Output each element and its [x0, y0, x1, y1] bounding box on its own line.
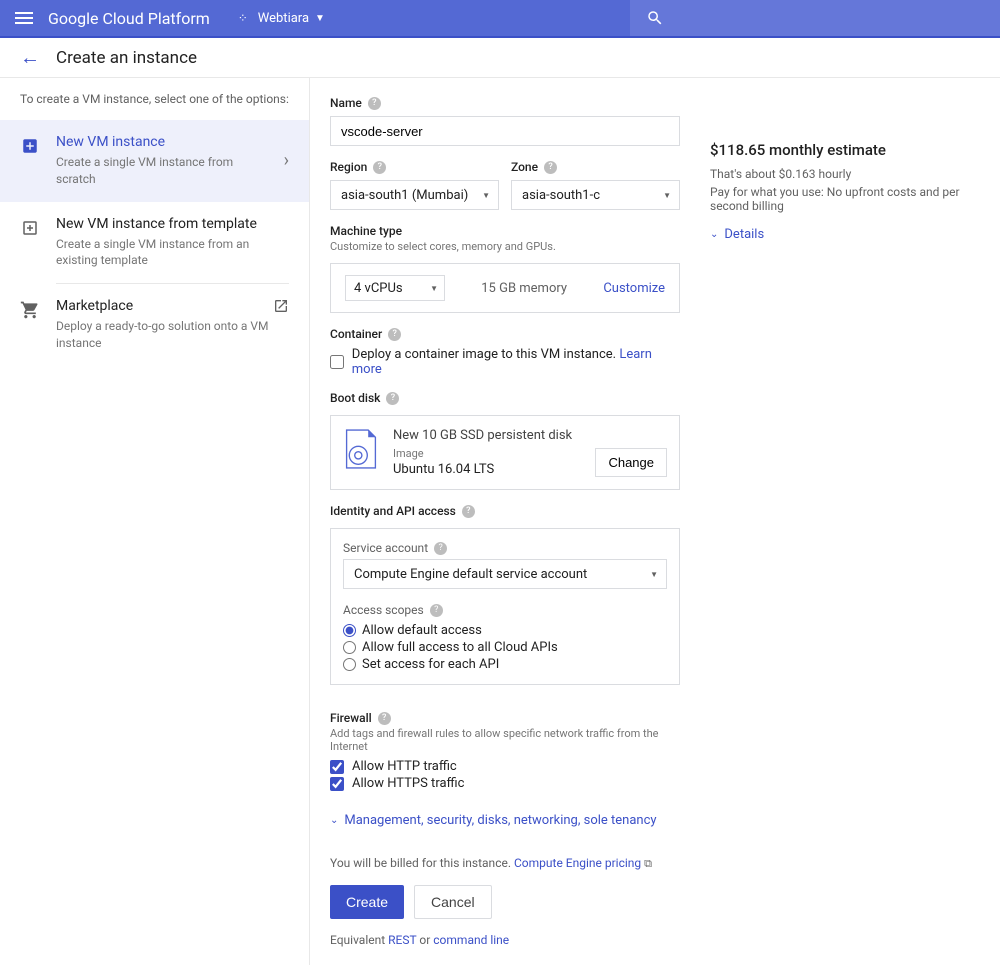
back-arrow-icon[interactable]: ←: [20, 45, 40, 70]
equivalent-links: Equivalent REST or command line: [330, 933, 680, 947]
scope-default-radio[interactable]: [343, 624, 356, 637]
sidebar-item-subtitle: Create a single VM instance from an exis…: [56, 236, 289, 270]
bootdisk-box: New 10 GB SSD persistent disk Image Ubun…: [330, 415, 680, 490]
form-column: Name ? Region ? asia-south1 (Mumbai): [330, 96, 680, 947]
estimate-title: $118.65 monthly estimate: [710, 141, 980, 159]
customize-link[interactable]: Customize: [603, 281, 665, 296]
sidebar-item-subtitle: Deploy a ready-to-go solution onto a VM …: [56, 318, 289, 352]
estimate-billing-note: Pay for what you use: No upfront costs a…: [710, 185, 980, 213]
cart-icon: [20, 300, 40, 320]
name-input[interactable]: [330, 116, 680, 146]
sidebar-item-new-vm[interactable]: New VM instance Create a single VM insta…: [0, 120, 309, 202]
help-icon[interactable]: ?: [462, 505, 475, 518]
page-title: Create an instance: [56, 48, 197, 68]
http-checkbox[interactable]: [330, 760, 344, 774]
sidebar-item-subtitle: Create a single VM instance from scratch: [56, 154, 268, 188]
name-label: Name ?: [330, 96, 680, 110]
container-checkbox[interactable]: [330, 355, 344, 369]
machine-type-label: Machine type: [330, 224, 680, 238]
double-chevron-down-icon: ⌄: [710, 229, 718, 240]
main-layout: To create a VM instance, select one of t…: [0, 78, 1000, 965]
https-checkbox[interactable]: [330, 777, 344, 791]
sidebar: To create a VM instance, select one of t…: [0, 78, 310, 965]
sidebar-item-title: New VM instance from template: [56, 216, 289, 232]
command-line-link[interactable]: command line: [433, 933, 509, 947]
region-label: Region ?: [330, 160, 499, 174]
bootdisk-image-value: Ubuntu 16.04 LTS: [393, 462, 581, 477]
scope-default-label[interactable]: Allow default access: [362, 623, 482, 638]
search-input-area[interactable]: [630, 0, 1000, 36]
rest-link[interactable]: REST: [388, 933, 416, 947]
access-scopes-label: Access scopes ?: [343, 603, 667, 617]
help-icon[interactable]: ?: [430, 604, 443, 617]
chevron-right-icon: ›: [284, 150, 289, 171]
search-icon: [646, 9, 664, 27]
scope-each-label[interactable]: Set access for each API: [362, 657, 499, 672]
cancel-button[interactable]: Cancel: [414, 885, 492, 919]
firewall-helper: Add tags and firewall rules to allow spe…: [330, 727, 680, 753]
estimate-panel: $118.65 monthly estimate That's about $0…: [710, 96, 980, 947]
hamburger-menu-button[interactable]: [0, 17, 48, 19]
details-link[interactable]: ⌄ Details: [710, 227, 980, 242]
bootdisk-desc: New 10 GB SSD persistent disk: [393, 428, 581, 443]
sidebar-hint: To create a VM instance, select one of t…: [0, 78, 309, 120]
region-select[interactable]: asia-south1 (Mumbai): [330, 180, 499, 210]
scope-full-label[interactable]: Allow full access to all Cloud APIs: [362, 640, 558, 655]
sidebar-item-marketplace[interactable]: Marketplace Deploy a ready-to-go solutio…: [0, 284, 309, 366]
help-icon[interactable]: ?: [386, 392, 399, 405]
add-box-icon: [21, 137, 39, 155]
identity-box: Service account ? Compute Engine default…: [330, 528, 680, 685]
chevron-down-icon: ▼: [315, 13, 325, 24]
template-icon: [21, 219, 39, 237]
sidebar-item-title: New VM instance: [56, 134, 268, 150]
help-icon[interactable]: ?: [378, 712, 391, 725]
https-checkbox-label[interactable]: Allow HTTPS traffic: [352, 776, 464, 791]
help-icon[interactable]: ?: [373, 161, 386, 174]
disk-icon: [343, 428, 379, 470]
launch-icon: [273, 298, 289, 318]
double-chevron-down-icon: ⌄: [330, 815, 338, 826]
billing-note: You will be billed for this instance. Co…: [330, 856, 680, 871]
hamburger-icon: [15, 17, 33, 19]
identity-label: Identity and API access ?: [330, 504, 680, 518]
sidebar-item-from-template[interactable]: New VM instance from template Create a s…: [0, 202, 309, 284]
help-icon[interactable]: ?: [368, 97, 381, 110]
container-label: Container ?: [330, 327, 680, 341]
brand-label: Google Cloud Platform: [48, 9, 210, 28]
project-name: Webtiara: [258, 11, 309, 26]
machine-type-helper: Customize to select cores, memory and GP…: [330, 240, 680, 253]
project-selector[interactable]: Webtiara ▼: [230, 7, 333, 30]
firewall-label: Firewall ?: [330, 711, 680, 725]
zone-select[interactable]: asia-south1-c: [511, 180, 680, 210]
machine-memory-label: 15 GB memory: [445, 281, 603, 296]
container-checkbox-label[interactable]: Deploy a container image to this VM inst…: [352, 347, 680, 377]
pricing-link[interactable]: Compute Engine pricing: [514, 856, 641, 870]
help-icon[interactable]: ?: [434, 542, 447, 555]
help-icon[interactable]: ?: [544, 161, 557, 174]
bootdisk-label: Boot disk ?: [330, 391, 680, 405]
scope-full-radio[interactable]: [343, 641, 356, 654]
zone-label: Zone ?: [511, 160, 680, 174]
help-icon[interactable]: ?: [388, 328, 401, 341]
http-checkbox-label[interactable]: Allow HTTP traffic: [352, 759, 457, 774]
estimate-hourly: That's about $0.163 hourly: [710, 167, 980, 181]
change-button[interactable]: Change: [595, 448, 667, 477]
expand-management-link[interactable]: ⌄ Management, security, disks, networkin…: [330, 813, 680, 828]
service-account-label: Service account ?: [343, 541, 667, 555]
machine-type-box: 4 vCPUs 15 GB memory Customize: [330, 263, 680, 313]
vcpu-select[interactable]: 4 vCPUs: [345, 275, 445, 301]
titlebar: ← Create an instance: [0, 38, 1000, 78]
sidebar-item-title: Marketplace: [56, 298, 289, 314]
topbar: Google Cloud Platform Webtiara ▼: [0, 0, 1000, 36]
project-icon: [238, 11, 252, 25]
scope-each-radio[interactable]: [343, 658, 356, 671]
service-account-select[interactable]: Compute Engine default service account: [343, 559, 667, 589]
bootdisk-image-label: Image: [393, 447, 581, 460]
external-link-icon: ⧉: [644, 857, 652, 870]
form-area: Name ? Region ? asia-south1 (Mumbai): [310, 78, 1000, 965]
create-button[interactable]: Create: [330, 885, 404, 919]
